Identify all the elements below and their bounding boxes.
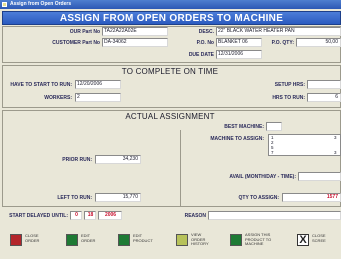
close-x-icon: X [297,234,309,246]
prior-run-field[interactable]: 34,230 [95,155,141,164]
best-machine-label: BEST MACHINE: [224,124,264,130]
machine-value-1: 3 [334,135,337,140]
close-screen-label: CLOSE SCREE [312,233,326,243]
page-banner: ASSIGN FROM OPEN ORDERS TO MACHINE [2,11,341,25]
left-to-run-field[interactable]: 15,770 [95,193,141,202]
qty-to-assign-label: QTY TO ASSIGN: [238,195,279,201]
edit-product-icon [118,234,130,246]
view-order-history-button[interactable]: VIEW ORDER HISTORY [176,232,220,250]
close-order-label: CLOSE ORDER [25,233,40,243]
actual-section-title: ACTUAL ASSIGNMENT [125,112,215,121]
close-screen-button[interactable]: X CLOSE SCREE [297,232,341,250]
workers-field[interactable]: 2 [75,93,121,102]
view-order-history-label: VIEW ORDER HISTORY [191,232,209,246]
hrs-to-run-label: HRS TO RUN: [272,95,305,101]
edit-order-label: EDIT ORDER [81,233,96,243]
our-part-field[interactable]: TA22A22A02E [102,27,168,36]
po-qty-label: P.O. QTY: [271,40,294,46]
start-run-field[interactable]: 12/20/2006 [75,80,121,89]
delayed-month-field[interactable]: 0 [70,211,82,220]
due-date-field[interactable]: 12/31/2006 [216,50,262,59]
reason-field[interactable] [208,211,341,220]
delayed-day-field[interactable]: 18 [84,211,96,220]
prior-run-label: PRIOR RUN: [62,157,92,163]
po-label: P.O. No [196,40,214,46]
edit-product-button[interactable]: EDIT PRODUCT [118,232,166,250]
machine-list[interactable]: 1 2 5 7 3 3 [268,134,341,156]
app-icon [2,2,7,7]
po-field[interactable]: BLANKET 06 [216,38,262,47]
our-part-label: OUR Part No [69,29,100,35]
close-order-icon [10,234,22,246]
avail-label: AVAIL (MONTH/DAY - TIME): [229,174,296,180]
page-title: ASSIGN FROM OPEN ORDERS TO MACHINE [59,13,284,24]
machine-number-4[interactable]: 7 [271,150,274,156]
machine-value-4: 3 [334,150,337,155]
start-run-label: HAVE TO START TO RUN: [10,82,72,88]
reason-label: REASON [184,213,206,219]
assign-product-label: ASSIGN THIS PRODUCT TO MACHINE [245,232,272,246]
desc-label: DESC. [198,29,214,35]
actual-divider [180,130,181,207]
customer-part-field[interactable]: DA-34062 [102,38,168,47]
best-machine-field[interactable] [266,122,282,131]
edit-product-label: EDIT PRODUCT [133,233,153,243]
window-title: Assign from Open Orders [10,1,72,7]
edit-order-icon [66,234,78,246]
setup-hrs-field[interactable] [307,80,341,89]
start-delayed-label: START DELAYED UNTIL: [9,213,68,219]
delayed-year-field[interactable]: 2006 [98,211,122,220]
complete-section-title: TO COMPLETE ON TIME [121,67,219,76]
edit-order-button[interactable]: EDIT ORDER [66,232,110,250]
po-qty-field[interactable]: 50,00 [296,38,341,47]
assign-product-button[interactable]: ASSIGN THIS PRODUCT TO MACHINE [230,232,288,250]
left-to-run-label: LEFT TO RUN: [57,195,92,201]
desc-field[interactable]: 22" BLACK WATER HEATER PAN [216,27,341,36]
machine-to-assign-label: MACHINE TO ASSIGN: [210,136,264,142]
close-order-button[interactable]: CLOSE ORDER [10,232,54,250]
workers-label: WORKERS: [44,95,72,101]
due-date-label: DUE DATE [188,52,214,58]
assign-product-icon [230,234,242,246]
qty-to-assign-field[interactable]: 1577 [282,193,341,202]
customer-part-label: CUSTOMER Part No [52,40,100,46]
view-order-history-icon [176,234,188,246]
window-title-bar: Assign from Open Orders [0,0,341,9]
setup-hrs-label: SETUP HRS: [274,82,305,88]
avail-field[interactable] [298,172,341,181]
hrs-to-run-field[interactable]: 6 [307,93,341,102]
